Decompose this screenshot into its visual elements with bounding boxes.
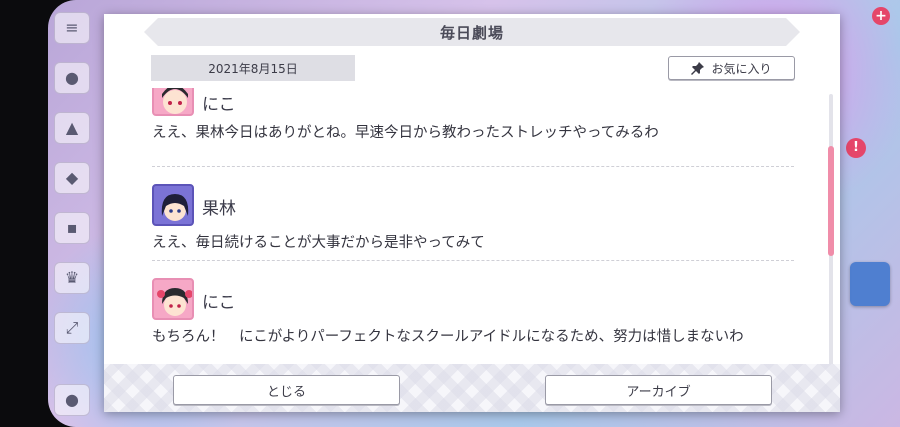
dialogue-text: もちろん！ にこがよりパーフェクトなスクールアイドルになるため、努力は惜しまない… xyxy=(152,329,744,345)
character-face-icon xyxy=(161,194,189,221)
dialogue-text: ええ、毎日続けることが大事だから是非やってみて xyxy=(152,235,485,251)
favorite-label: お気に入り xyxy=(711,61,772,76)
left-menu: ≡ ● ▲ ◆ ▪ ♛ ⤢ ● xyxy=(48,0,96,427)
date-label: 2021年8月15日 xyxy=(151,55,355,81)
close-button[interactable]: とじる xyxy=(173,375,400,405)
dialog-titlebar: 毎日劇場 xyxy=(144,18,800,46)
speaker-name: 果林 xyxy=(202,199,236,219)
shop-icon[interactable]: ▲ xyxy=(54,112,90,144)
gift-icon[interactable]: ◆ xyxy=(54,162,90,194)
fullscreen-icon[interactable]: ⤢ xyxy=(54,312,90,344)
notice-icon[interactable]: ▪ xyxy=(54,212,90,244)
plus-icon[interactable]: + xyxy=(872,7,890,25)
close-label: とじる xyxy=(266,384,306,400)
dialogue-text: ええ、果林今日はありがとね。早速今日から教わったストレッチやってみるわ xyxy=(152,125,659,141)
alert-icon: ! xyxy=(846,138,866,158)
speaker-name: にこ xyxy=(202,293,236,313)
character-face-icon xyxy=(157,288,192,316)
trophy-icon[interactable]: ♛ xyxy=(54,262,90,294)
conversation-list[interactable]: にこ ええ、果林今日はありがとね。早速今日から教わったストレッチやってみるわ 果… xyxy=(152,88,822,368)
speaker-name: にこ xyxy=(202,95,236,115)
avatar xyxy=(152,278,194,320)
avatar xyxy=(152,88,194,116)
favorite-button[interactable]: お気に入り xyxy=(668,56,795,80)
top-right-hud: + xyxy=(838,0,900,40)
divider xyxy=(152,166,794,167)
avatar xyxy=(152,184,194,226)
divider xyxy=(152,260,794,261)
scrollbar-thumb[interactable] xyxy=(828,146,834,256)
archive-button[interactable]: アーカイブ xyxy=(545,375,772,405)
date-text: 2021年8月15日 xyxy=(208,61,298,76)
chat-icon[interactable]: ● xyxy=(54,62,90,94)
dialog-title: 毎日劇場 xyxy=(439,23,504,42)
archive-label: アーカイブ xyxy=(626,384,691,400)
hamburger-icon[interactable]: ≡ xyxy=(54,12,90,44)
pin-icon xyxy=(691,62,705,75)
character-face-icon xyxy=(162,88,188,114)
profile-icon[interactable]: ● xyxy=(54,384,90,416)
side-tab-button[interactable] xyxy=(850,262,890,306)
daily-theater-dialog: 毎日劇場 2021年8月15日 お気に入り にこ ええ、果林今日はありがとね。早… xyxy=(104,14,840,412)
